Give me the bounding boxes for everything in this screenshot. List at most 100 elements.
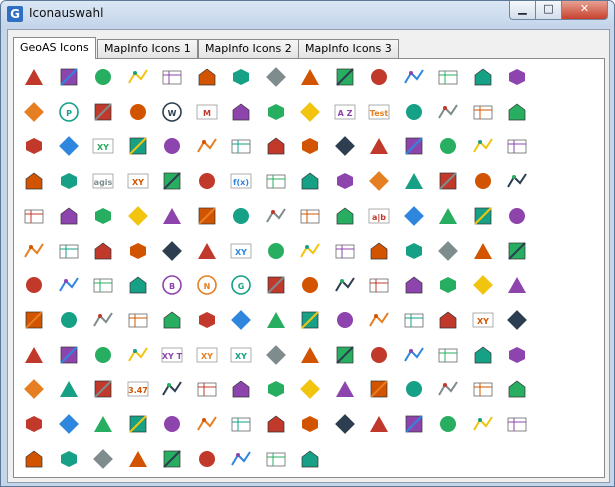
doc-lines-icon[interactable]	[436, 65, 460, 89]
green-arrow-box-icon[interactable]	[91, 412, 115, 436]
line-red-icon[interactable]	[264, 273, 288, 297]
magnify-doc-icon[interactable]	[505, 65, 529, 89]
box-green-icon[interactable]	[91, 65, 115, 89]
brush-yellow-icon[interactable]	[126, 239, 150, 263]
excel-green-icon[interactable]	[91, 273, 115, 297]
x-box-red-icon[interactable]	[505, 343, 529, 367]
fx-label-icon[interactable]: f(x)	[229, 169, 253, 193]
map-blue-icon[interactable]	[195, 447, 219, 471]
user-green-icon[interactable]	[505, 239, 529, 263]
disk-record-icon[interactable]	[402, 412, 426, 436]
test-label-icon[interactable]: Test	[367, 100, 391, 124]
box-refresh-icon[interactable]	[367, 308, 391, 332]
angle-plain-icon[interactable]	[402, 204, 426, 228]
map-pale-icon[interactable]	[91, 447, 115, 471]
columns-box-icon[interactable]	[367, 65, 391, 89]
tab-mapinfo-icons-1[interactable]: MapInfo Icons 1	[97, 39, 198, 58]
cross-lines-icon[interactable]	[264, 65, 288, 89]
glasses-icon[interactable]	[22, 169, 46, 193]
xy-angle-icon[interactable]: XY	[91, 134, 115, 158]
hand-icon[interactable]	[333, 308, 357, 332]
line-yellow-icon[interactable]	[298, 134, 322, 158]
magnify-box-icon[interactable]	[436, 412, 460, 436]
table-box-icon[interactable]	[195, 412, 219, 436]
house-cross-icon[interactable]	[367, 273, 391, 297]
ab-box-icon[interactable]: a|b	[367, 204, 391, 228]
gradient-box-icon[interactable]	[367, 169, 391, 193]
red-shape-icon[interactable]	[436, 343, 460, 367]
diamond-orange-icon[interactable]	[264, 343, 288, 367]
angle-blue-icon[interactable]	[57, 134, 81, 158]
tab-geoas-icons[interactable]: GeoAS Icons	[13, 37, 96, 59]
magnify-icon[interactable]	[57, 273, 81, 297]
shapes-icon[interactable]	[91, 100, 115, 124]
flag-golf-icon[interactable]	[22, 412, 46, 436]
globe-hand-icon[interactable]	[471, 377, 495, 401]
move-arrows-icon[interactable]	[195, 134, 219, 158]
node-red-icon[interactable]	[402, 65, 426, 89]
minimize-button[interactable]: ▁	[509, 1, 536, 20]
envelope-icon[interactable]	[22, 273, 46, 297]
xy-line-icon[interactable]: XY	[195, 343, 219, 367]
circle-green-icon[interactable]	[195, 204, 219, 228]
pencil-box-icon[interactable]	[333, 65, 357, 89]
brush-blue-icon[interactable]	[91, 239, 115, 263]
arrow-up-yellow-icon[interactable]	[57, 377, 81, 401]
angle-red-icon[interactable]	[229, 65, 253, 89]
node-grid-icon[interactable]	[436, 100, 460, 124]
blob-orange-icon[interactable]	[57, 204, 81, 228]
stack-layers-icon[interactable]	[402, 377, 426, 401]
google-logo-icon[interactable]	[57, 343, 81, 367]
close-button[interactable]: ✕	[561, 1, 608, 20]
brush-orange-icon[interactable]	[505, 169, 529, 193]
folder-magnify-icon[interactable]	[471, 65, 495, 89]
num-label-icon[interactable]: 3.47	[126, 377, 150, 401]
circle-p-icon[interactable]: P	[57, 100, 81, 124]
line-dots-icon[interactable]	[436, 134, 460, 158]
target-orange-icon[interactable]	[298, 169, 322, 193]
record-red-icon[interactable]	[264, 100, 288, 124]
x-red-icon[interactable]	[298, 308, 322, 332]
loop-arrows-icon[interactable]	[298, 412, 322, 436]
house-line-icon[interactable]	[402, 273, 426, 297]
chart-doc-icon[interactable]	[471, 412, 495, 436]
disk-blue-icon[interactable]	[505, 134, 529, 158]
folder-yellow-icon[interactable]	[436, 377, 460, 401]
trash-can-icon[interactable]	[22, 447, 46, 471]
road-gray-icon[interactable]	[367, 343, 391, 367]
tab-mapinfo-icons-2[interactable]: MapInfo Icons 2	[198, 39, 299, 58]
circle-g-icon[interactable]: G	[229, 273, 253, 297]
layers-gray-icon[interactable]	[298, 65, 322, 89]
xyt-label-icon[interactable]: XY T	[160, 343, 184, 367]
maximize-button[interactable]: □	[535, 1, 562, 20]
wrench-folder-icon[interactable]	[505, 377, 529, 401]
door-red-icon[interactable]	[367, 377, 391, 401]
grid-xy-icon[interactable]: XY	[126, 169, 150, 193]
house-green-icon[interactable]	[126, 65, 150, 89]
arrow-box-icon[interactable]	[126, 204, 150, 228]
circle-n-icon[interactable]: N	[195, 273, 219, 297]
wave-blue-icon[interactable]	[91, 343, 115, 367]
chart-bars-icon[interactable]	[505, 308, 529, 332]
door-green-icon[interactable]	[229, 377, 253, 401]
flag-red-right-icon[interactable]	[505, 100, 529, 124]
gradient-green-icon[interactable]	[333, 134, 357, 158]
globe-blue-icon[interactable]	[264, 377, 288, 401]
refresh-blue-icon[interactable]	[402, 343, 426, 367]
scissors-folder-icon[interactable]	[367, 412, 391, 436]
square-select-icon[interactable]	[505, 273, 529, 297]
globe-gray-icon[interactable]	[160, 412, 184, 436]
folder-edit-icon[interactable]	[160, 377, 184, 401]
stamp-icon[interactable]	[264, 134, 288, 158]
no-target-icon[interactable]	[333, 169, 357, 193]
grid-lines-icon[interactable]	[471, 239, 495, 263]
arrows-in-icon[interactable]	[436, 273, 460, 297]
road-icon-icon[interactable]	[57, 308, 81, 332]
polygon-yellow-icon[interactable]	[195, 308, 219, 332]
line-dotted-icon[interactable]	[229, 204, 253, 228]
copy-box-icon[interactable]	[91, 204, 115, 228]
grid-yellow-icon[interactable]	[126, 134, 150, 158]
plus-box-icon[interactable]	[436, 239, 460, 263]
line-up-blue-icon[interactable]	[22, 308, 46, 332]
folder-delete-icon[interactable]	[264, 447, 288, 471]
